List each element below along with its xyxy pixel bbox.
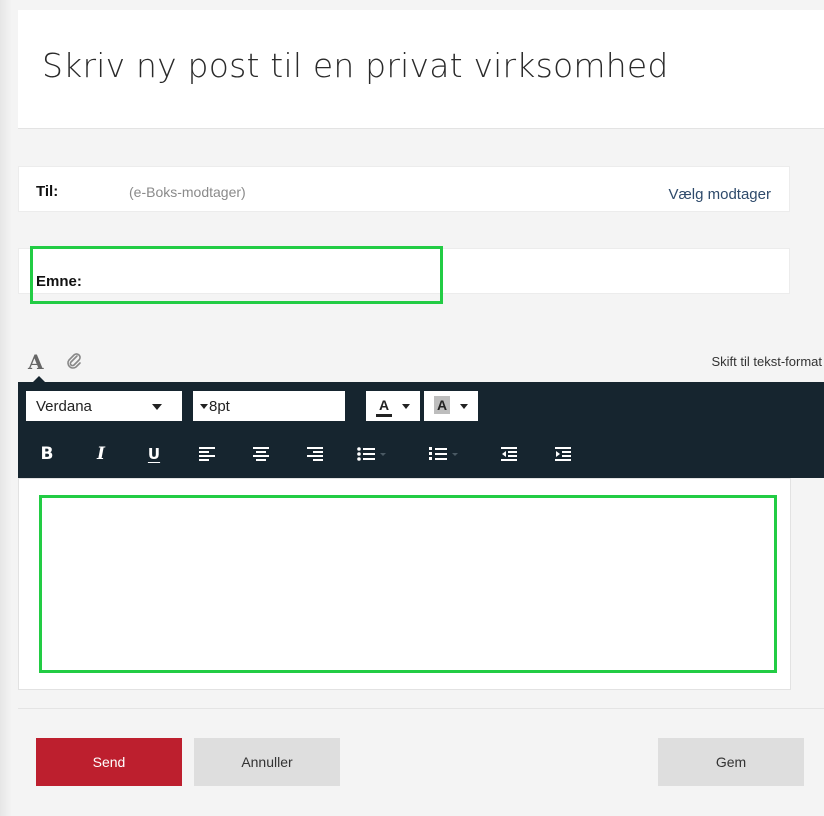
switch-to-text-format-link[interactable]: Skift til tekst-format	[711, 354, 822, 369]
indent-icon	[555, 447, 571, 461]
chevron-down-icon	[402, 404, 410, 409]
align-center-button[interactable]	[249, 442, 273, 466]
font-size-select[interactable]: 8pt	[193, 391, 345, 421]
chevron-down-icon	[460, 404, 468, 409]
chevron-down-icon	[200, 404, 208, 409]
outdent-icon	[501, 447, 517, 461]
actions-divider	[18, 708, 824, 709]
text-color-icon: A	[376, 396, 392, 417]
editor-container	[18, 478, 791, 690]
font-size-value: 8pt	[209, 398, 230, 415]
message-body-editor[interactable]	[39, 495, 777, 673]
page-title: Skriv ny post til en privat virksomhed	[42, 46, 669, 85]
recipient-row: Til: Vælg modtager	[18, 166, 790, 212]
align-left-icon	[199, 447, 215, 461]
text-color-button[interactable]: A	[366, 391, 420, 421]
align-left-button[interactable]	[195, 442, 219, 466]
indent-button[interactable]	[551, 442, 575, 466]
highlight-color-button[interactable]: A	[424, 391, 478, 421]
page-shadow	[0, 0, 12, 816]
bold-button[interactable]: B	[35, 442, 59, 466]
editor-mode-bar: A Skift til tekst-format	[18, 348, 824, 383]
font-family-select[interactable]: Verdana	[26, 391, 182, 421]
font-format-icon[interactable]: A	[28, 350, 44, 374]
send-button[interactable]: Send	[36, 738, 182, 786]
align-right-button[interactable]	[303, 442, 327, 466]
underline-icon: U	[147, 445, 161, 463]
highlight-color-icon: A	[434, 396, 450, 414]
outdent-button[interactable]	[497, 442, 521, 466]
editor-toolbar: Verdana 8pt A A B I U	[18, 382, 824, 478]
numbered-list-button[interactable]	[429, 442, 465, 466]
numbered-list-icon	[429, 447, 458, 460]
align-right-icon	[307, 447, 323, 461]
save-button[interactable]: Gem	[658, 738, 804, 786]
choose-recipient-link[interactable]: Vælg modtager	[668, 186, 771, 203]
subject-label: Emne:	[36, 273, 82, 290]
font-family-value: Verdana	[36, 398, 92, 415]
cancel-button[interactable]: Annuller	[194, 738, 340, 786]
page-header: Skriv ny post til en privat virksomhed	[18, 10, 824, 129]
formatting-row: B I U	[18, 442, 824, 466]
bulleted-list-icon	[357, 447, 386, 461]
align-center-icon	[253, 447, 269, 461]
paperclip-icon[interactable]	[66, 352, 82, 375]
recipient-input[interactable]	[129, 183, 609, 201]
bulleted-list-button[interactable]	[357, 442, 393, 466]
recipient-label: Til:	[36, 183, 59, 200]
chevron-down-icon	[152, 404, 162, 410]
underline-button[interactable]: U	[142, 442, 166, 466]
italic-button[interactable]: I	[89, 442, 113, 466]
subject-input[interactable]	[99, 271, 779, 289]
subject-row: Emne:	[18, 248, 790, 294]
